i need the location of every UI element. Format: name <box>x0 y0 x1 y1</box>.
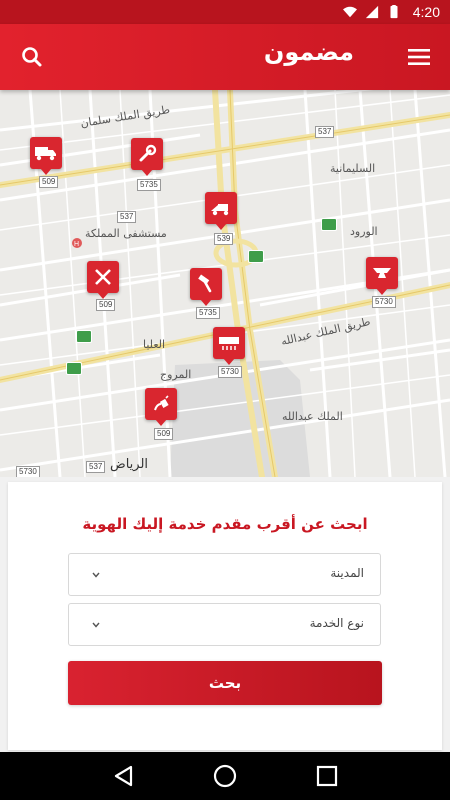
road-number-badge: 537 <box>117 211 137 223</box>
anvil-icon <box>373 268 391 278</box>
search-heading: ابحث عن أقرب مقدم خدمة إليك الهوية <box>82 515 368 533</box>
back-icon[interactable] <box>112 764 136 788</box>
app-title: مضمون <box>263 38 354 66</box>
ac-unit-pin[interactable] <box>213 327 245 365</box>
road-number-badge: 5730 <box>16 466 40 477</box>
hamburger-menu-icon[interactable] <box>406 44 432 70</box>
road-number-badge: 509 <box>39 176 59 188</box>
tow-truck-pin[interactable] <box>205 192 237 230</box>
status-time: 4:20 <box>412 4 440 20</box>
search-card: ابحث عن أقرب مقدم خدمة إليك الهوية المدي… <box>8 482 442 750</box>
city-select[interactable]: المدينة <box>68 553 381 596</box>
wrench-pin[interactable] <box>131 138 163 176</box>
road-number-badge: 5735 <box>196 307 220 319</box>
recents-icon[interactable] <box>315 764 339 788</box>
road-number-badge: 5735 <box>137 179 161 191</box>
map-label-district: الملك عبدالله <box>282 410 343 423</box>
system-nav-bar <box>0 752 450 800</box>
map-label-district: الورود <box>350 225 378 238</box>
electric-plug-icon <box>154 395 169 411</box>
road-number-badge: 539 <box>214 233 234 245</box>
truck-pin[interactable] <box>30 137 62 175</box>
road-number-badge: 5730 <box>218 366 242 378</box>
status-bar: 4:20 <box>0 0 450 24</box>
road-number-badge: 509 <box>154 428 174 440</box>
map-poi-badge <box>321 218 337 231</box>
road-number-badge: 5730 <box>372 296 396 308</box>
tools-icon <box>95 269 111 285</box>
tow-truck-icon <box>211 204 229 216</box>
electric-plug-pin[interactable] <box>145 388 177 426</box>
map-poi-badge <box>248 250 264 263</box>
signal-icon <box>365 5 378 19</box>
wrench-icon <box>139 144 157 162</box>
ac-unit-icon <box>219 337 239 350</box>
map-view[interactable]: H 509 5735 537 539 509 5735 5730 5730 50… <box>0 90 450 477</box>
chevron-down-icon <box>92 622 100 628</box>
search-button[interactable]: بحث <box>68 661 382 705</box>
anvil-pin[interactable] <box>366 257 398 295</box>
service-type-select-value: نوع الخدمة <box>309 616 364 630</box>
city-select-value: المدينة <box>330 566 364 580</box>
map-poi-badge <box>66 362 82 375</box>
tools-pin[interactable] <box>87 261 119 299</box>
map-label-city: الرياض <box>110 457 149 472</box>
road-number-badge: 537 <box>315 126 335 138</box>
svg-text:H: H <box>74 241 79 248</box>
map-label-district: المروج <box>160 368 192 381</box>
map-label-district: العليا <box>143 338 166 351</box>
chevron-down-icon <box>92 572 100 578</box>
app-bar: مضمون <box>0 24 450 90</box>
service-type-select[interactable]: نوع الخدمة <box>68 603 381 646</box>
home-icon[interactable] <box>213 764 237 788</box>
road-number-badge: 537 <box>86 461 106 473</box>
search-icon[interactable] <box>18 43 46 71</box>
truck-icon <box>35 147 56 161</box>
map-poi-badge <box>76 330 92 343</box>
map-label-district: السليمانية <box>330 162 376 175</box>
road-number-badge: 509 <box>96 299 116 311</box>
hammer-icon <box>198 274 212 293</box>
battery-icon <box>390 5 398 19</box>
wifi-icon <box>342 6 357 18</box>
map-label-hospital: مستشفى المملكة <box>85 227 167 240</box>
hammer-pin[interactable] <box>190 268 222 306</box>
